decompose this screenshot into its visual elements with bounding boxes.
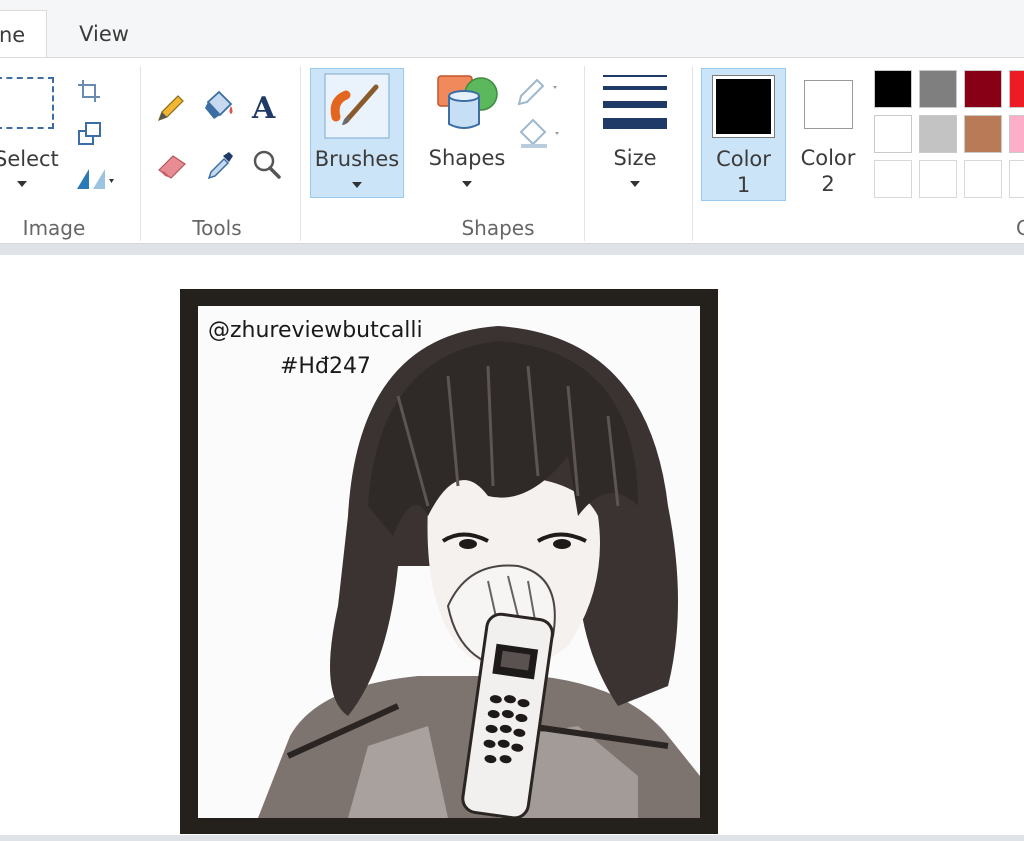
palette-swatch[interactable] <box>874 115 912 153</box>
group-label-colors: C <box>1016 216 1024 240</box>
group-label-tools: Tools <box>192 216 242 240</box>
status-bar-edge <box>0 835 1024 841</box>
palette-swatch[interactable] <box>874 70 912 108</box>
size-label: Size <box>613 146 657 170</box>
brush-icon <box>324 73 390 139</box>
palette-swatch[interactable] <box>919 160 957 198</box>
group-separator <box>140 66 141 241</box>
palette-swatch[interactable] <box>964 70 1002 108</box>
group-separator <box>692 66 693 241</box>
palette-swatch[interactable] <box>919 115 957 153</box>
watermark-handle: @zhureviewbutcalli <box>208 318 423 343</box>
fill-icon[interactable] <box>517 116 567 150</box>
ribbon-tab-strip: ne View <box>0 0 1024 58</box>
palette-swatch[interactable] <box>1009 160 1024 198</box>
color1-button[interactable]: Color 1 <box>701 68 786 201</box>
palette-swatch[interactable] <box>874 160 912 198</box>
color1-label-line2: 1 <box>736 173 751 197</box>
brushes-dropdown-caret <box>352 182 362 188</box>
size-dropdown-caret <box>630 181 640 187</box>
ink-illustration <box>258 326 700 818</box>
select-label: Select <box>0 147 59 171</box>
ribbon-bottom-border <box>0 243 1024 255</box>
shapes-dropdown-caret <box>462 181 472 187</box>
color1-swatch <box>712 75 775 138</box>
watermark-hashtag: #Hđ247 <box>280 354 371 379</box>
color1-label-line1: Color <box>716 147 771 171</box>
text-icon[interactable]: A <box>250 89 284 123</box>
palette-swatch[interactable] <box>964 115 1002 153</box>
tab-view[interactable]: View <box>64 10 144 58</box>
crop-icon[interactable] <box>75 77 103 105</box>
shapes-label: Shapes <box>428 146 506 170</box>
select-dropdown-caret <box>17 181 27 187</box>
group-label-shapes: Shapes <box>461 216 535 240</box>
rotate-icon[interactable] <box>73 165 117 193</box>
fill-bucket-icon[interactable] <box>201 88 237 124</box>
color2-swatch <box>804 80 853 129</box>
shapes-icon <box>437 75 498 129</box>
select-rectangle-icon <box>0 77 54 129</box>
palette-swatch[interactable] <box>1009 115 1024 153</box>
magnifier-icon[interactable] <box>250 148 284 182</box>
color2-label-line2: 2 <box>821 172 835 196</box>
canvas-artwork[interactable]: @zhureviewbutcalli #Hđ247 <box>198 306 700 818</box>
palette-swatch[interactable] <box>964 160 1002 198</box>
outline-icon[interactable] <box>515 76 565 108</box>
color2-label-line1: Color <box>800 146 856 170</box>
group-label-image: Image <box>22 216 86 240</box>
color-picker-icon[interactable] <box>203 148 237 182</box>
group-separator <box>584 66 585 241</box>
brushes-label: Brushes <box>314 147 400 171</box>
group-separator <box>300 66 301 241</box>
palette-swatch[interactable] <box>1009 70 1024 108</box>
brushes-button[interactable]: Brushes <box>310 68 404 198</box>
palette-swatch[interactable] <box>919 70 957 108</box>
tab-home[interactable]: ne <box>0 10 47 58</box>
ribbon: Select Image A Tools Brushes Shapes Shap… <box>0 57 1024 244</box>
pencil-icon[interactable] <box>154 91 188 125</box>
svg-text:A: A <box>251 91 276 123</box>
line-size-icon <box>603 75 667 129</box>
eraser-icon[interactable] <box>155 148 191 182</box>
resize-icon[interactable] <box>76 120 104 148</box>
